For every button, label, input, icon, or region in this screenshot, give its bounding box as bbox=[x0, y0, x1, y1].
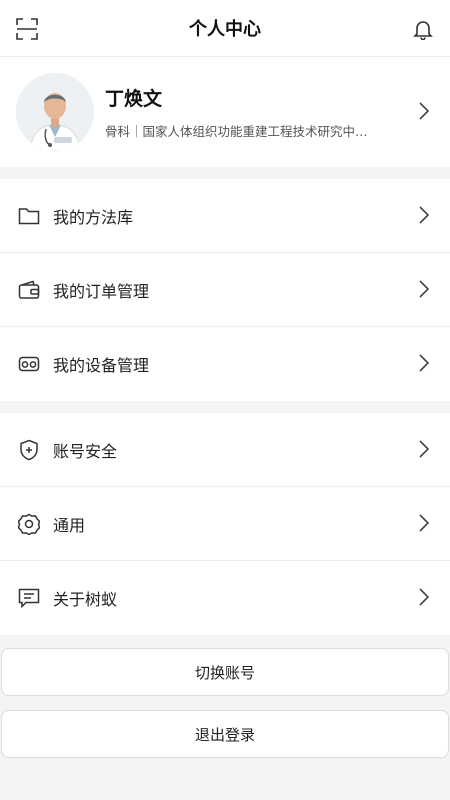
avatar bbox=[16, 73, 94, 151]
menu-item-label: 我的订单管理 bbox=[53, 281, 150, 301]
message-icon bbox=[18, 587, 40, 609]
profile-subtitle: 骨科｜国家人体组织功能重建工程技术研究中… bbox=[105, 124, 368, 139]
menu-item-about[interactable]: 关于树蚁 bbox=[0, 561, 450, 635]
shield-icon bbox=[18, 439, 40, 461]
scan-icon[interactable] bbox=[15, 17, 39, 41]
gear-icon bbox=[18, 513, 40, 535]
chevron-right-icon bbox=[418, 587, 430, 611]
menu-item-device-management[interactable]: 我的设备管理 bbox=[0, 327, 450, 401]
menu-item-general[interactable]: 通用 bbox=[0, 487, 450, 561]
logout-button[interactable]: 退出登录 bbox=[1, 710, 449, 758]
bell-icon[interactable] bbox=[411, 17, 435, 41]
menu-group-settings: 账号安全 通用 关于树蚁 bbox=[0, 413, 450, 635]
menu-item-order-management[interactable]: 我的订单管理 bbox=[0, 253, 450, 327]
profile-name: 丁焕文 bbox=[105, 88, 163, 110]
menu-item-method-library[interactable]: 我的方法库 bbox=[0, 179, 450, 253]
chevron-right-icon bbox=[418, 279, 430, 303]
folder-icon bbox=[18, 205, 40, 227]
page-title: 个人中心 bbox=[189, 19, 261, 40]
menu-item-label: 我的方法库 bbox=[53, 207, 134, 227]
menu-item-label: 关于树蚁 bbox=[53, 590, 118, 609]
chevron-right-icon bbox=[418, 205, 430, 229]
wallet-icon bbox=[18, 279, 40, 301]
top-bar: 个人中心 bbox=[0, 0, 450, 57]
chevron-right-icon bbox=[418, 101, 430, 125]
menu-group-main: 我的方法库 我的订单管理 我的设备管理 bbox=[0, 179, 450, 401]
menu-item-label: 通用 bbox=[53, 515, 86, 535]
vr-headset-icon bbox=[18, 353, 40, 375]
menu-item-account-security[interactable]: 账号安全 bbox=[0, 413, 450, 487]
profile-card[interactable]: 丁焕文 骨科｜国家人体组织功能重建工程技术研究中… bbox=[0, 57, 450, 167]
chevron-right-icon bbox=[418, 513, 430, 537]
chevron-right-icon bbox=[418, 353, 430, 377]
menu-item-label: 账号安全 bbox=[53, 441, 118, 461]
chevron-right-icon bbox=[418, 439, 430, 463]
switch-account-button[interactable]: 切换账号 bbox=[1, 648, 449, 696]
menu-item-label: 我的设备管理 bbox=[53, 356, 150, 375]
